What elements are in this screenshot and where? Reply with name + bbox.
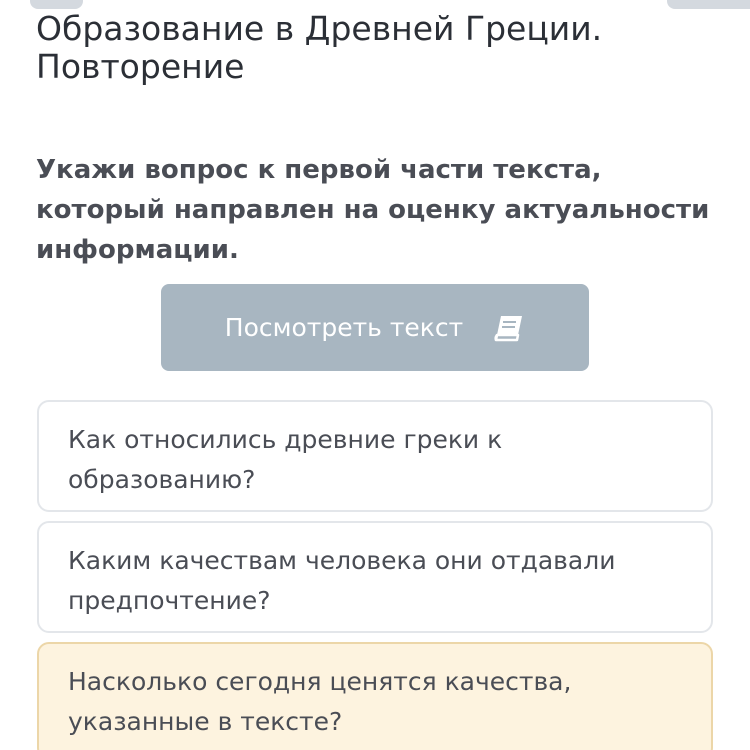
question-text: Укажи вопрос к первой части текста, кото… (36, 155, 710, 265)
view-text-label: Посмотреть текст (224, 313, 464, 342)
answer-option-text: Как относились древние греки к образован… (68, 425, 503, 494)
answer-option-3-selected[interactable]: Насколько сегодня ценятся качества, указ… (37, 642, 713, 750)
answer-option-text: Каким качествам человека они отдавали пр… (68, 546, 616, 615)
answer-option-text: Насколько сегодня ценятся качества, указ… (68, 667, 572, 736)
view-text-button[interactable]: Посмотреть текст (161, 284, 589, 371)
lesson-title: Образование в Древней Греции. Повторение (36, 9, 603, 86)
answer-option-2[interactable]: Каким качествам человека они отдавали пр… (37, 521, 713, 633)
answer-option-1[interactable]: Как относились древние греки к образован… (37, 400, 713, 512)
book-icon (493, 313, 525, 343)
top-tab-left[interactable] (30, 0, 83, 9)
top-tab-right[interactable] (667, 0, 750, 9)
